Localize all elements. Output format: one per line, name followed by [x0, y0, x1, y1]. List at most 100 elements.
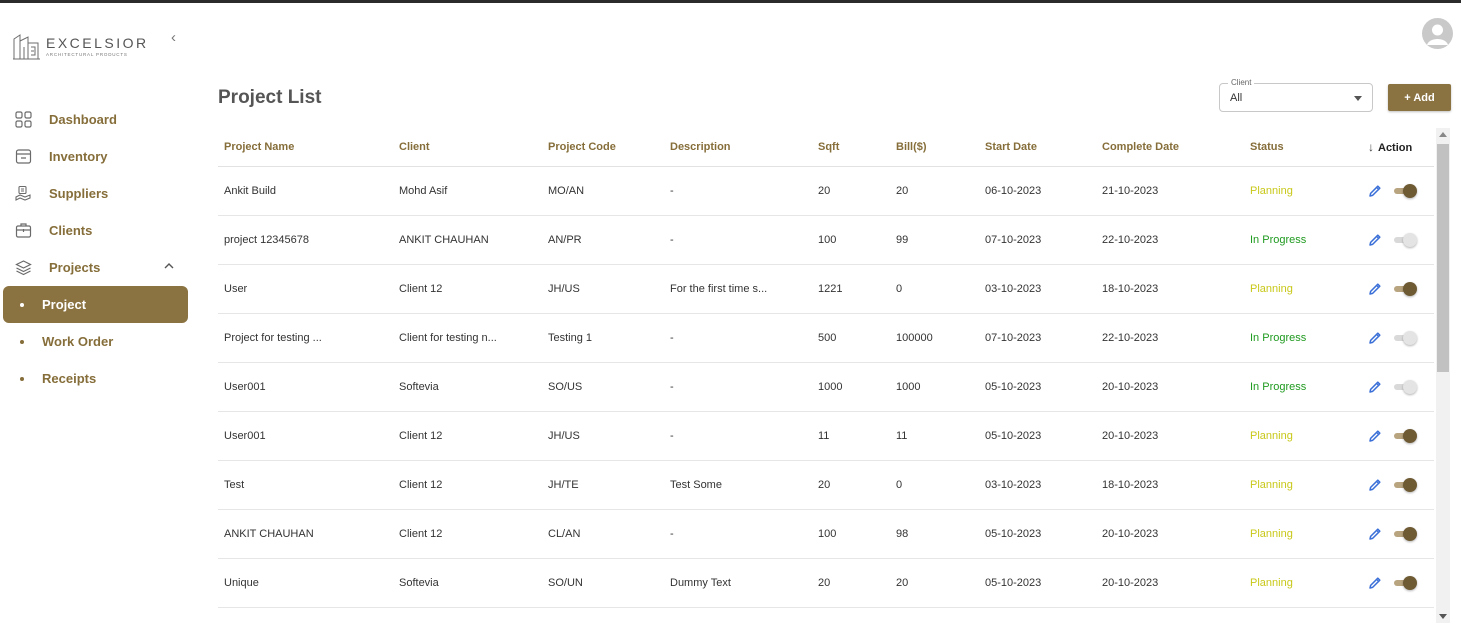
sidebar-nav: Dashboard Inventory Suppliers Clients Pr…: [0, 101, 200, 397]
active-toggle[interactable]: [1394, 428, 1417, 443]
sort-arrow-icon[interactable]: ↓: [1368, 140, 1374, 154]
table-row[interactable]: Ankit Build Mohd Asif MO/AN -20 20 06-10-2023…: [218, 166, 1434, 216]
column-header-start-date[interactable]: Start Date: [979, 128, 1096, 167]
edit-pencil-icon[interactable]: [1368, 478, 1382, 492]
collapse-sidebar-button[interactable]: ‹: [171, 29, 185, 46]
sidebar-item-label: Suppliers: [49, 186, 109, 201]
cell-start-date: 07-10-2023: [979, 215, 1096, 265]
column-header-description[interactable]: Description: [664, 128, 812, 167]
cell-action: [1362, 558, 1434, 608]
column-header-action-label: Action: [1378, 141, 1413, 154]
column-header-project-name[interactable]: Project Name: [218, 128, 393, 167]
cell-client: Softevia: [393, 558, 542, 608]
scroll-down-arrow-icon[interactable]: [1439, 614, 1447, 619]
cell-bill: 20: [890, 166, 979, 216]
client-filter-value: All: [1230, 92, 1243, 104]
edit-pencil-icon[interactable]: [1368, 233, 1382, 247]
toggle-knob: [1403, 526, 1417, 541]
active-toggle[interactable]: [1394, 477, 1417, 492]
cell-project-code: MO/AN: [542, 166, 664, 216]
toggle-knob: [1403, 330, 1417, 345]
sidebar-item-projects[interactable]: Projects: [0, 249, 200, 286]
table-row[interactable]: User001 Softevia SO/US -1000 1000 05-10-2023 2…: [218, 362, 1434, 412]
table-scrollbar[interactable]: [1436, 128, 1450, 623]
sidebar-item-dashboard[interactable]: Dashboard: [0, 101, 200, 138]
toggle-knob: [1403, 281, 1417, 296]
cell-action: [1362, 264, 1434, 314]
active-toggle[interactable]: [1394, 526, 1417, 541]
scroll-up-arrow-icon[interactable]: [1439, 132, 1447, 137]
column-header-client[interactable]: Client: [393, 128, 542, 167]
table-row[interactable]: User001 Client 12 JH/US -11 11 05-10-2023 20-1…: [218, 411, 1434, 461]
table-row[interactable]: Project for testing ... Client for testin…: [218, 313, 1434, 363]
sidebar: EXCELSIOR ARCHITECTURAL PRODUCTS ‹ Dashb…: [0, 3, 200, 628]
table-body: Ankit Build Mohd Asif MO/AN -20 20 06-10-2023…: [218, 166, 1434, 608]
table-row[interactable]: Unique Softevia SO/UN Dummy Text 20 20 05-10-2…: [218, 558, 1434, 608]
active-toggle[interactable]: [1394, 183, 1417, 198]
edit-pencil-icon[interactable]: [1368, 331, 1382, 345]
cell-status: Planning: [1244, 166, 1362, 216]
column-header-complete-date[interactable]: Complete Date: [1096, 128, 1244, 167]
grid-icon: [14, 111, 32, 129]
clients-icon: [14, 222, 32, 240]
sidebar-subitem-work-order[interactable]: Work Order: [0, 323, 200, 360]
edit-pencil-icon[interactable]: [1368, 282, 1382, 296]
cell-status: Planning: [1244, 411, 1362, 461]
table-row[interactable]: project 12345678 ANKIT CHAUHAN AN/PR -100 99…: [218, 215, 1434, 265]
cell-status: Planning: [1244, 558, 1362, 608]
column-header-project-code[interactable]: Project Code: [542, 128, 664, 167]
active-toggle[interactable]: [1394, 575, 1417, 590]
table-header-row: Project Name Client Project Code Descrip…: [218, 128, 1434, 167]
cell-project-code: JH/US: [542, 264, 664, 314]
project-table: Project Name Client Project Code Descrip…: [218, 128, 1434, 608]
active-toggle[interactable]: [1394, 232, 1417, 247]
building-logo-icon: [13, 34, 40, 60]
cell-action: [1362, 362, 1434, 412]
client-filter-select[interactable]: Client All: [1219, 78, 1373, 112]
brand-logo[interactable]: EXCELSIOR ARCHITECTURAL PRODUCTS: [12, 31, 149, 61]
scrollbar-thumb[interactable]: [1437, 144, 1449, 372]
cell-status: In Progress: [1244, 215, 1362, 265]
sidebar-subitem-project[interactable]: Project: [3, 286, 188, 323]
edit-pencil-icon[interactable]: [1368, 184, 1382, 198]
sidebar-subitem-label: Project: [42, 297, 87, 312]
cell-description: -: [664, 362, 812, 412]
active-toggle[interactable]: [1394, 379, 1417, 394]
chevron-up-icon[interactable]: [163, 260, 175, 272]
toggle-knob: [1403, 477, 1417, 492]
top-border: [0, 0, 1461, 3]
sidebar-subitem-receipts[interactable]: Receipts: [0, 360, 200, 397]
sidebar-item-label: Dashboard: [49, 112, 117, 127]
column-header-sqft[interactable]: Sqft: [812, 128, 890, 167]
cell-action: [1362, 166, 1434, 216]
sidebar-subitem-label: Work Order: [42, 334, 114, 349]
table-row[interactable]: User Client 12 JH/US For the first time s..…: [218, 264, 1434, 314]
edit-pencil-icon[interactable]: [1368, 380, 1382, 394]
edit-pencil-icon[interactable]: [1368, 527, 1382, 541]
bullet-icon: [20, 302, 24, 307]
edit-pencil-icon[interactable]: [1368, 576, 1382, 590]
cell-project-name: Project for testing ...: [218, 313, 393, 363]
edit-pencil-icon[interactable]: [1368, 429, 1382, 443]
cell-description: Dummy Text: [664, 558, 812, 608]
cell-status: Planning: [1244, 460, 1362, 510]
table-row[interactable]: ANKIT CHAUHAN Client 12 CL/AN -100 98 05-10-2…: [218, 509, 1434, 559]
table-row[interactable]: Test Client 12 JH/TE Test Some 20 0 03-10-2023…: [218, 460, 1434, 510]
column-header-bill[interactable]: Bill($): [890, 128, 979, 167]
cell-description: -: [664, 215, 812, 265]
cell-project-code: SO/US: [542, 362, 664, 412]
column-header-action[interactable]: ↓ Action: [1362, 128, 1434, 167]
column-header-status[interactable]: Status: [1244, 128, 1362, 167]
add-project-button[interactable]: + Add: [1388, 84, 1451, 111]
cell-status: Planning: [1244, 509, 1362, 559]
user-avatar[interactable]: [1422, 18, 1453, 49]
active-toggle[interactable]: [1394, 330, 1417, 345]
sidebar-item-inventory[interactable]: Inventory: [0, 138, 200, 175]
cell-complete-date: 20-10-2023: [1096, 558, 1244, 608]
user-icon: [1427, 24, 1448, 45]
active-toggle[interactable]: [1394, 281, 1417, 296]
sidebar-item-suppliers[interactable]: Suppliers: [0, 175, 200, 212]
sidebar-item-clients[interactable]: Clients: [0, 212, 200, 249]
sidebar-item-label: Clients: [49, 223, 93, 238]
cell-complete-date: 20-10-2023: [1096, 509, 1244, 559]
